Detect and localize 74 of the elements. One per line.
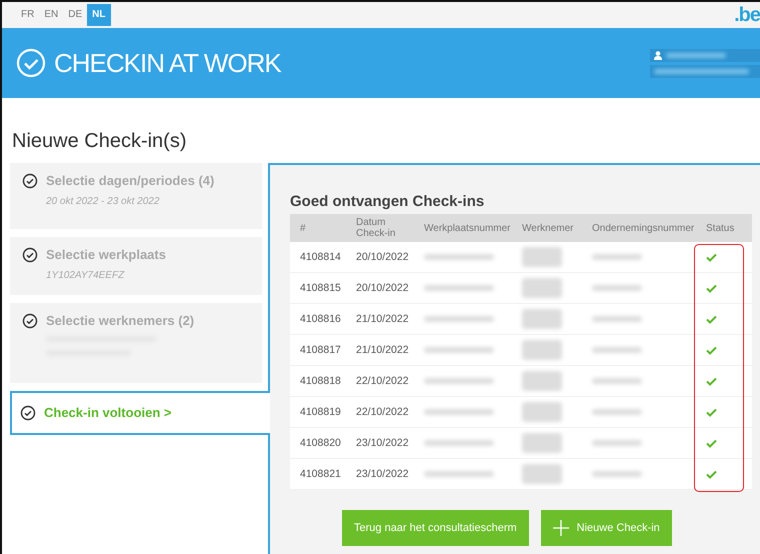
blurred-text (592, 440, 642, 446)
column-header: Datum Check-in (346, 214, 414, 242)
step-card[interactable]: Selectie dagen/periodes (4) 20 okt 2022 - 23 okt 2022 (10, 163, 262, 229)
step-title: Selectie werkplaats (46, 247, 166, 262)
table-cell: 4108815 (290, 273, 346, 304)
column-header: Werknemer (512, 214, 582, 242)
blurred-text (592, 409, 642, 415)
blurred-text (522, 247, 562, 267)
blurred-text (424, 347, 494, 353)
table-cell: 23/10/2022 (346, 428, 414, 459)
table-cell: 4108819 (290, 397, 346, 428)
check-circle-icon (22, 313, 38, 329)
new-checkin-button[interactable]: Nieuwe Check-in (540, 510, 672, 546)
blurred-text (522, 309, 562, 329)
blurred-text (522, 278, 562, 298)
table-cell: 4108820 (290, 428, 346, 459)
table-cell: 23/10/2022 (346, 459, 414, 490)
check-circle-icon (20, 405, 36, 421)
table-cell: 21/10/2022 (346, 335, 414, 366)
table-title: Goed ontvangen Check-ins (290, 193, 486, 210)
blurred-text (522, 402, 562, 422)
app-logo: CHECKIN AT WORK (54, 48, 281, 78)
blurred-text (592, 347, 642, 353)
table-cell: 21/10/2022 (346, 304, 414, 335)
blurred-text (424, 378, 494, 384)
blurred-text (592, 254, 642, 260)
page-title: Nieuwe Check-in(s) (12, 130, 188, 153)
language-tab[interactable]: NL (87, 4, 110, 26)
language-tab[interactable]: FR (16, 4, 40, 26)
blurred-text (592, 471, 642, 477)
step-card[interactable]: Selectie werknemers (2) (10, 303, 262, 383)
table-cell: 4108818 (290, 366, 346, 397)
check-circle-icon (16, 48, 46, 78)
table-cell: 4108821 (290, 459, 346, 490)
step-title: Selectie werknemers (2) (46, 313, 194, 328)
step-title: Selectie dagen/periodes (4) (46, 173, 214, 188)
blurred-text (522, 464, 562, 484)
plus-icon (552, 520, 569, 536)
step-card[interactable]: Selectie werkplaats 1Y102AY74EEFZ (10, 237, 262, 295)
blurred-text (424, 409, 494, 415)
table-cell: 4108817 (290, 335, 346, 366)
table-cell: 22/10/2022 (346, 366, 414, 397)
domain-logo: .be (734, 4, 760, 26)
blurred-text (592, 378, 642, 384)
language-tab[interactable]: DE (63, 4, 88, 26)
step-title: Check-in voltooien > (44, 405, 172, 420)
blurred-text (522, 340, 562, 360)
column-header: Ondernemingsnummer (582, 214, 696, 242)
user-icon (654, 50, 662, 60)
column-header: # (290, 214, 346, 242)
blurred-text (424, 471, 494, 477)
step-subtitle: 1Y102AY74EEFZ (46, 270, 126, 281)
blurred-text (522, 371, 562, 391)
blurred-text (666, 52, 726, 58)
check-circle-icon (22, 247, 38, 263)
blurred-text (592, 285, 642, 291)
blurred-text (424, 254, 494, 260)
step-subtitle: 20 okt 2022 - 23 okt 2022 (46, 196, 160, 207)
blurred-text (592, 316, 642, 322)
table-cell: 4108814 (290, 242, 346, 273)
language-tab[interactable]: EN (39, 4, 64, 26)
step-card-active[interactable]: Check-in voltooien > (10, 391, 270, 435)
column-header: Status (696, 214, 752, 242)
table-cell: 22/10/2022 (346, 397, 414, 428)
blurred-text (424, 285, 494, 291)
table-cell: 20/10/2022 (346, 273, 414, 304)
back-button[interactable]: Terug naar het consultatiescherm (342, 510, 529, 546)
table-cell: 4108816 (290, 304, 346, 335)
blurred-text (424, 440, 494, 446)
blurred-text (424, 316, 494, 322)
blurred-text (522, 433, 562, 453)
column-header: Werkplaatsnummer (414, 214, 512, 242)
table-cell: 20/10/2022 (346, 242, 414, 273)
check-circle-icon (22, 173, 38, 189)
